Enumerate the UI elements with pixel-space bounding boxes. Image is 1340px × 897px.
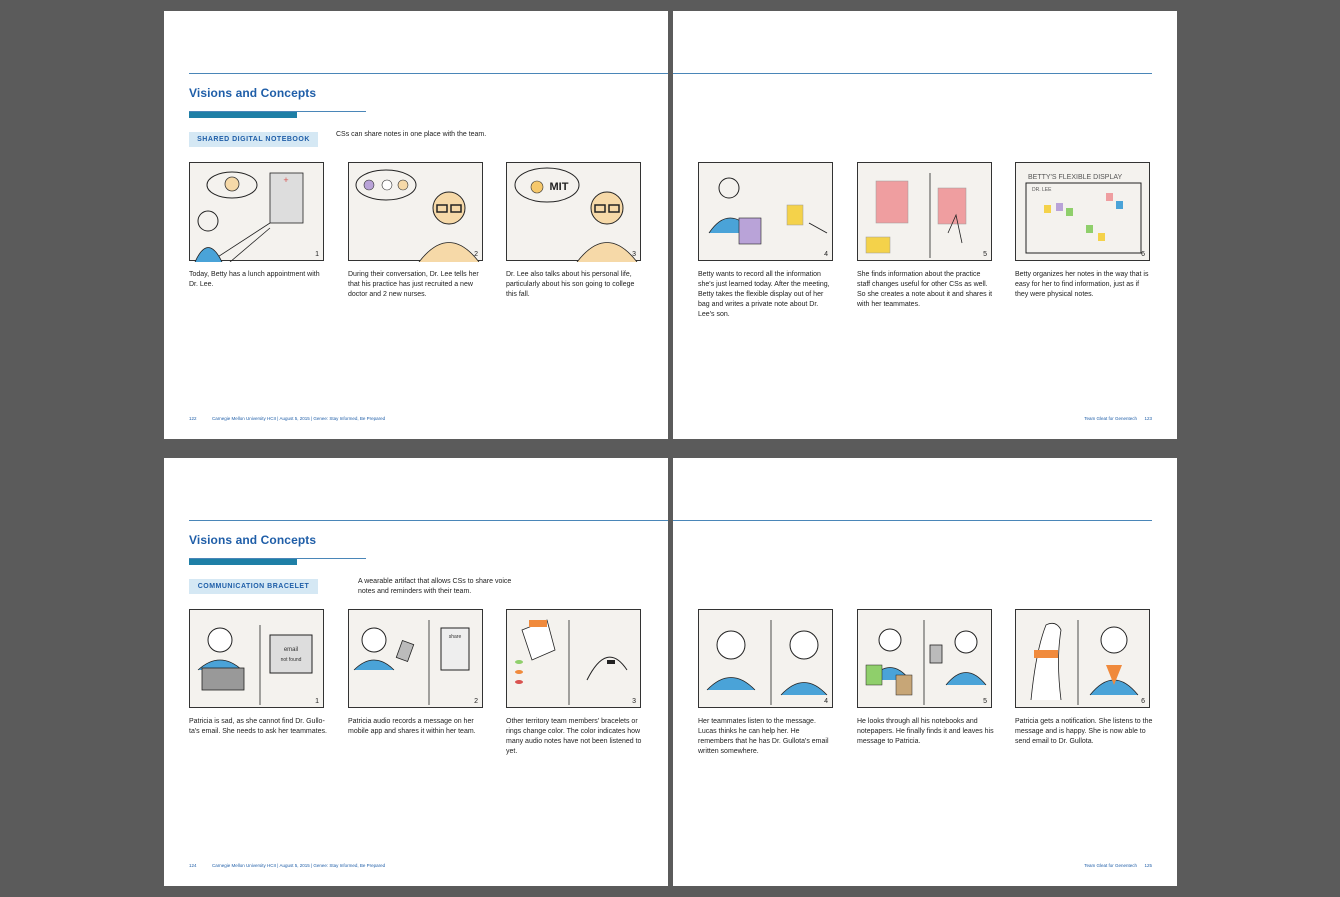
storyboard-panel-6: BETTY'S FLEXIBLE DISPLAY DR. LEE 6 [1015,162,1150,261]
panel-caption: Patricia is sad, as she cannot find Dr. … [189,718,327,735]
panel-number: 6 [1141,251,1145,258]
panel-number: 6 [1141,698,1145,705]
concept-tag: COMMUNICATION BRACELET [189,579,318,594]
page-number: 122 [189,416,197,421]
sketch-label-mit: MIT [550,181,569,193]
panel-caption: Today, Betty has a lunch appointment wit… [189,271,320,288]
concept-description: CSs can share notes in one place with th… [336,131,487,138]
sketch-betty-lunch: + [194,171,304,262]
sketch-label-not-found: not found [281,657,302,663]
panel-number: 3 [632,251,636,258]
panel-number: 5 [983,698,987,705]
sketch-flexible-display: BETTY'S FLEXIBLE DISPLAY DR. LEE [1025,174,1142,254]
page-124: Visions and Concepts COMMUNICATION BRACE… [164,458,668,886]
storyboard-panel-4: 4 [698,162,833,261]
footer-text: Carnegie Mellon University HCII | August… [212,863,386,868]
panel-caption: Other territory team members' bracelets … [506,718,642,755]
sketch-patricia-notified [1030,620,1139,705]
title-accent-bar [189,559,297,565]
page-number: 124 [189,863,197,868]
header-rule [189,73,668,74]
storyboard-panel-3: 3 [506,609,641,708]
panel-number: 1 [315,251,319,258]
panel-number: 4 [824,698,828,705]
sketch-dr-lee-talking [355,169,480,262]
panel-caption: Betty wants to record all the informatio… [698,271,830,318]
storyboard-panel-6: 6 [1015,609,1150,708]
panel-number: 4 [824,251,828,258]
panel-number: 1 [315,698,319,705]
header-rule [189,520,668,521]
page-123: 4 5 BETTY'S FLEXIBLE DISPLAY DR. LEE 6 B… [673,11,1177,439]
storyboard-panel-5: 5 [857,162,992,261]
section-title: Visions and Concepts [189,86,317,100]
storyboard-panel-1: email not found 1 [189,609,324,708]
panel-caption: Betty organizes her notes in the way tha… [1015,271,1149,298]
panel-caption: He looks through all his notebooks and n… [857,718,994,745]
panel-caption: Her teammates listen to the message. Luc… [698,718,829,755]
page-122: Visions and Concepts SHARED DIGITAL NOTE… [164,11,668,439]
storyboard-panel-4: 4 [698,609,833,708]
svg-text:+: + [283,175,288,185]
title-accent-bar [189,112,297,118]
panel-number: 5 [983,251,987,258]
storyboard-panel-1: + 1 [189,162,324,262]
page-number: 123 [1144,416,1152,421]
sketch-lucas-notebooks [865,620,987,705]
sketch-label-dr-lee: DR. LEE [1032,187,1052,193]
sketch-label-share: share [449,634,462,640]
sketch-share-note [865,173,967,258]
page-125: 4 5 6 Her teammates listen to the messag… [673,458,1177,886]
sketch-bracelet-color [515,619,628,705]
panel-caption: During their conversation, Dr. Lee tells… [348,271,479,298]
sketch-audio-record: share [353,620,470,705]
panel-caption: Dr. Lee also talks about his personal li… [506,271,635,298]
footer-text: Carnegie Mellon University HCII | August… [212,416,386,421]
page-number: 125 [1144,863,1152,868]
sketch-patricia-email: email not found [197,625,313,705]
footer-text: Team Gleat for Genentech [1084,416,1137,421]
panel-caption: Patricia audio records a message on her … [348,718,476,735]
concept-tag: SHARED DIGITAL NOTEBOOK [189,132,318,147]
panel-number: 2 [474,251,478,258]
sketch-label-display: BETTY'S FLEXIBLE DISPLAY [1028,174,1123,181]
panel-caption: Patricia gets a notification. She listen… [1015,718,1153,745]
panel-number: 2 [474,698,478,705]
panel-number: 3 [632,698,636,705]
sketch-teammates-listen [706,620,828,705]
section-title: Visions and Concepts [189,533,317,547]
panel-caption: She finds information about the practice… [857,271,993,308]
header-rule [673,520,1152,521]
sketch-label-email: email [284,647,298,653]
storyboard-panel-3: MIT 3 [506,162,641,262]
storyboard-panel-5: 5 [857,609,992,708]
concept-description: A wearable artifact that allows CSs to s… [358,578,512,595]
storyboard-panel-2: share 2 [348,609,483,708]
sketch-mit-son: MIT [514,167,638,262]
sketch-betty-writing [708,177,828,245]
storyboard-panel-2: 2 [348,162,483,262]
header-rule [673,73,1152,74]
footer-text: Team Gleat for Genentech [1084,863,1137,868]
